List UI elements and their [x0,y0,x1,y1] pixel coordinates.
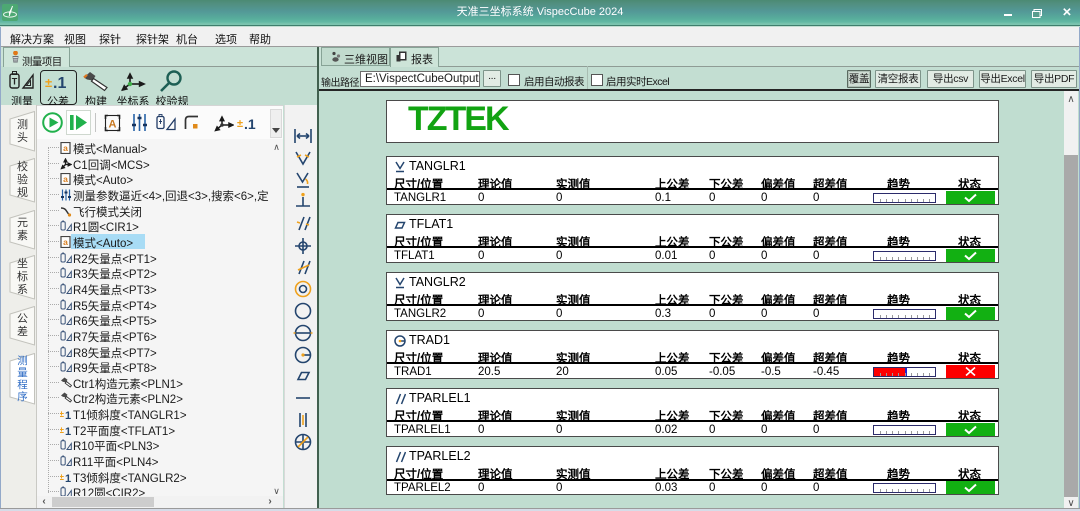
svg-text:a: a [63,174,68,184]
svg-text:±: ± [60,425,64,435]
svg-text:±: ± [60,409,64,419]
svg-text:.1: .1 [244,116,256,131]
svg-text:1: 1 [65,473,71,483]
svg-text:±: ± [45,75,52,90]
svg-text:±: ± [60,472,64,482]
svg-text:a: a [63,143,68,153]
svg-text:A: A [109,119,117,131]
svg-text:.1: .1 [53,75,66,91]
svg-text:T: T [12,77,18,87]
svg-text:±: ± [237,118,243,130]
svg-text:1: 1 [65,410,71,420]
svg-text:a: a [63,237,68,247]
svg-text:1: 1 [65,426,71,436]
